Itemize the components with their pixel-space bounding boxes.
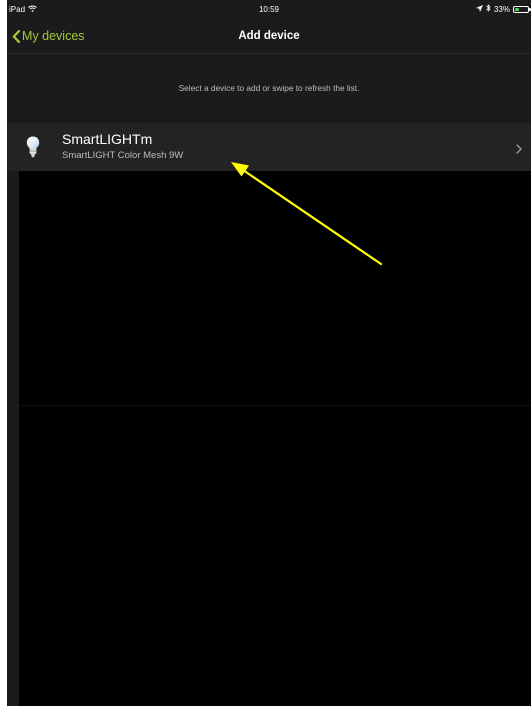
empty-device-list[interactable] — [19, 171, 531, 706]
status-right: 33% — [475, 4, 531, 14]
battery-percent: 33% — [493, 4, 510, 14]
list-divider — [19, 405, 531, 406]
location-icon — [475, 4, 483, 14]
bluetooth-icon — [486, 4, 491, 14]
battery-level-fill — [515, 7, 519, 11]
device-list-item[interactable]: SmartLIGHTm SmartLIGHT Color Mesh 9W — [7, 123, 531, 171]
page-title: Add device — [238, 30, 300, 42]
instruction-text: Select a device to add or swipe to refre… — [178, 83, 360, 93]
status-bar: iPad 10:59 33% — [7, 0, 531, 19]
chevron-right-icon — [516, 141, 522, 159]
light-bulb-icon — [26, 136, 40, 163]
app-screen: iPad 10:59 33% My devices Add device Sel… — [7, 0, 531, 706]
device-model: SmartLIGHT Color Mesh 9W — [62, 150, 184, 161]
navigation-bar: My devices Add device — [7, 19, 531, 54]
status-time: 10:59 — [258, 5, 280, 14]
device-name: SmartLIGHTm — [62, 131, 153, 147]
battery-icon — [513, 5, 531, 13]
